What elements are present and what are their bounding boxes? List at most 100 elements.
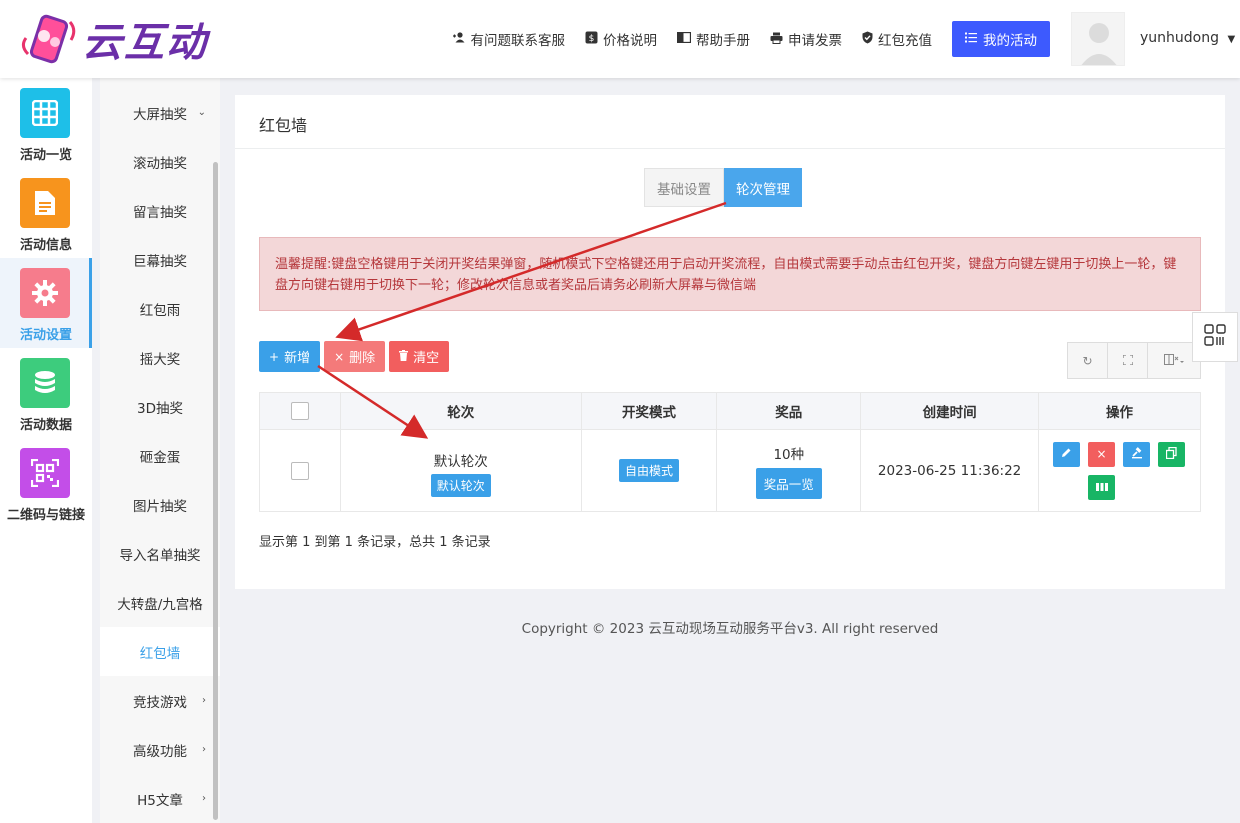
submenu-item-shake-prize[interactable]: 摇大奖 bbox=[100, 333, 220, 382]
submenu-item-big-screen-lottery[interactable]: 大屏抽奖 ⌄ bbox=[100, 88, 220, 137]
clear-label: 清空 bbox=[413, 351, 440, 366]
delete-button[interactable]: × 删除 bbox=[324, 341, 386, 372]
gavel-icon bbox=[1131, 446, 1143, 462]
col-prize[interactable]: 奖品 bbox=[716, 392, 862, 430]
remove-button[interactable]: × bbox=[1088, 441, 1115, 467]
username: yunhudong bbox=[1140, 30, 1219, 46]
fullscreen-button[interactable] bbox=[1108, 343, 1148, 378]
chevron-right-icon: › bbox=[202, 695, 206, 706]
submenu-item-wheel-grid[interactable]: 大转盘/九宫格 bbox=[100, 578, 220, 627]
submenu-label: 大屏抽奖 bbox=[133, 106, 187, 123]
caret-down-icon: ▼ bbox=[1227, 34, 1236, 45]
submenu-item-giant-screen-lottery[interactable]: 巨幕抽奖 bbox=[100, 235, 220, 284]
col-mode[interactable]: 开奖模式 bbox=[580, 392, 718, 430]
submenu-label: 滚动抽奖 bbox=[133, 155, 187, 172]
logo-text: 云互动 bbox=[82, 20, 208, 66]
prize-count: 10种 bbox=[773, 446, 805, 463]
prize-list-button[interactable]: 奖品一览 bbox=[755, 467, 822, 499]
my-activity-button[interactable]: 我的活动 bbox=[952, 21, 1050, 57]
submenu-item-h5-article[interactable]: H5文章 › bbox=[100, 774, 220, 823]
main-sidebar: 活动一览 活动信息 活动设置 活动数据 二维码与链接 bbox=[0, 78, 92, 823]
select-all-checkbox[interactable] bbox=[290, 402, 309, 420]
nav-label: 价格说明 bbox=[603, 33, 657, 49]
submenu-item-3d-lottery[interactable]: 3D抽奖 bbox=[100, 382, 220, 431]
nav-red-packet-recharge[interactable]: 红包充值 bbox=[862, 29, 932, 49]
nav-contact-support[interactable]: 有问题联系客服 bbox=[452, 29, 566, 49]
floating-qrcode-button[interactable] bbox=[1192, 312, 1238, 362]
submenu-label: 摇大奖 bbox=[139, 351, 181, 368]
chevron-right-icon: › bbox=[202, 744, 206, 755]
col-round[interactable]: 轮次 bbox=[339, 392, 582, 430]
col-created[interactable]: 创建时间 bbox=[860, 392, 1039, 430]
add-button[interactable]: + 新增 bbox=[259, 341, 321, 372]
clear-button[interactable]: 清空 bbox=[389, 341, 450, 372]
table-toolbar: + 新增 × 删除 清空 bbox=[259, 341, 453, 372]
rail-item-activity-settings[interactable]: 活动设置 bbox=[0, 258, 92, 348]
tab-basic-settings[interactable]: 基础设置 bbox=[644, 168, 724, 207]
submenu-item-message-lottery[interactable]: 留言抽奖 bbox=[100, 186, 220, 235]
divider bbox=[235, 148, 1225, 149]
prize-setting-button[interactable] bbox=[1123, 441, 1150, 467]
row-checkbox[interactable] bbox=[290, 461, 309, 480]
nav-pricing[interactable]: $ 价格说明 bbox=[585, 29, 657, 49]
submenu-label: 红包雨 bbox=[139, 302, 181, 319]
nav-help-manual[interactable]: 帮助手册 bbox=[676, 29, 750, 49]
columns-icon bbox=[1164, 353, 1184, 368]
submenu-label: 高级功能 bbox=[133, 743, 187, 760]
nav-invoice[interactable]: 申请发票 bbox=[770, 29, 842, 49]
round-cell: 默认轮次 默认轮次 bbox=[339, 429, 582, 512]
rail-label: 活动一览 bbox=[19, 148, 72, 163]
submenu-item-import-list-lottery[interactable]: 导入名单抽奖 bbox=[100, 529, 220, 578]
prize-cell: 10种 奖品一览 bbox=[716, 429, 862, 512]
rail-item-activity-info[interactable]: 活动信息 bbox=[0, 168, 92, 258]
created-cell: 2023-06-25 11:36:22 bbox=[860, 429, 1039, 512]
nav-label: 帮助手册 bbox=[696, 33, 750, 49]
chevron-right-icon: › bbox=[202, 793, 206, 804]
rail-item-qrcode-link[interactable]: 二维码与链接 bbox=[0, 438, 92, 528]
chevron-down-icon: ⌄ bbox=[197, 107, 206, 118]
rail-item-activity-list[interactable]: 活动一览 bbox=[0, 78, 92, 168]
main-panel: 红包墙 基础设置 轮次管理 温馨提醒:键盘空格键用于关闭开奖结果弹窗，随机模式下… bbox=[235, 95, 1225, 589]
default-round-badge: 默认轮次 bbox=[430, 474, 491, 497]
submenu-scrollbar[interactable] bbox=[213, 162, 218, 820]
actions-cell: × bbox=[1038, 429, 1201, 512]
dollar-icon: $ bbox=[585, 31, 598, 47]
rail-label: 活动设置 bbox=[19, 328, 72, 343]
row-actions: × bbox=[1039, 441, 1200, 500]
refresh-button[interactable]: ↻ bbox=[1068, 343, 1108, 378]
columns-icon bbox=[1095, 480, 1108, 494]
table-row: 默认轮次 默认轮次 自由模式 10种 奖品一览 2023-06-25 11:36… bbox=[259, 429, 1201, 512]
detail-button[interactable] bbox=[1088, 474, 1115, 500]
top-nav: 有问题联系客服 $ 价格说明 帮助手册 申请发票 红包充值 我的活动 bbox=[433, 21, 1050, 57]
row-select-cell bbox=[259, 429, 341, 512]
submenu-item-golden-egg[interactable]: 砸金蛋 bbox=[100, 431, 220, 480]
submenu-item-advanced[interactable]: 高级功能 › bbox=[100, 725, 220, 774]
database-icon bbox=[20, 358, 70, 408]
pencil-icon bbox=[1061, 447, 1072, 461]
copy-button[interactable] bbox=[1158, 441, 1185, 467]
mode-badge: 自由模式 bbox=[618, 459, 679, 482]
logo[interactable]: 云互动 bbox=[20, 10, 208, 68]
submenu-item-red-packet-wall[interactable]: 红包墙 bbox=[100, 627, 220, 676]
tab-bar: 基础设置 轮次管理 bbox=[644, 168, 802, 207]
nav-label: 红包充值 bbox=[878, 33, 932, 49]
submenu-item-competitive-games[interactable]: 竞技游戏 › bbox=[100, 676, 220, 725]
rail-item-activity-data[interactable]: 活动数据 bbox=[0, 348, 92, 438]
rail-label: 活动信息 bbox=[19, 238, 72, 253]
submenu-item-scroll-lottery[interactable]: 滚动抽奖 bbox=[100, 137, 220, 186]
footer-copyright: Copyright © 2023 云互动现场互动服务平台v3. All righ… bbox=[521, 621, 939, 637]
shield-check-icon bbox=[862, 31, 873, 47]
tab-round-management[interactable]: 轮次管理 bbox=[724, 168, 802, 207]
top-header: 云互动 有问题联系客服 $ 价格说明 帮助手册 申请发票 红包充值 我的活动 y… bbox=[0, 0, 1240, 78]
list-icon bbox=[965, 31, 977, 47]
submenu-item-picture-lottery[interactable]: 图片抽奖 bbox=[100, 480, 220, 529]
submenu-item-red-packet-rain[interactable]: 红包雨 bbox=[100, 284, 220, 333]
nav-label: 有问题联系客服 bbox=[470, 33, 566, 49]
add-label: 新增 bbox=[284, 351, 311, 366]
username-dropdown[interactable]: yunhudong ▼ bbox=[1140, 30, 1235, 46]
submenu-label: 导入名单抽奖 bbox=[119, 547, 201, 564]
avatar[interactable] bbox=[1071, 12, 1125, 66]
submenu-label: 砸金蛋 bbox=[139, 449, 181, 466]
submenu-label: 巨幕抽奖 bbox=[133, 253, 187, 270]
edit-button[interactable] bbox=[1053, 441, 1080, 467]
